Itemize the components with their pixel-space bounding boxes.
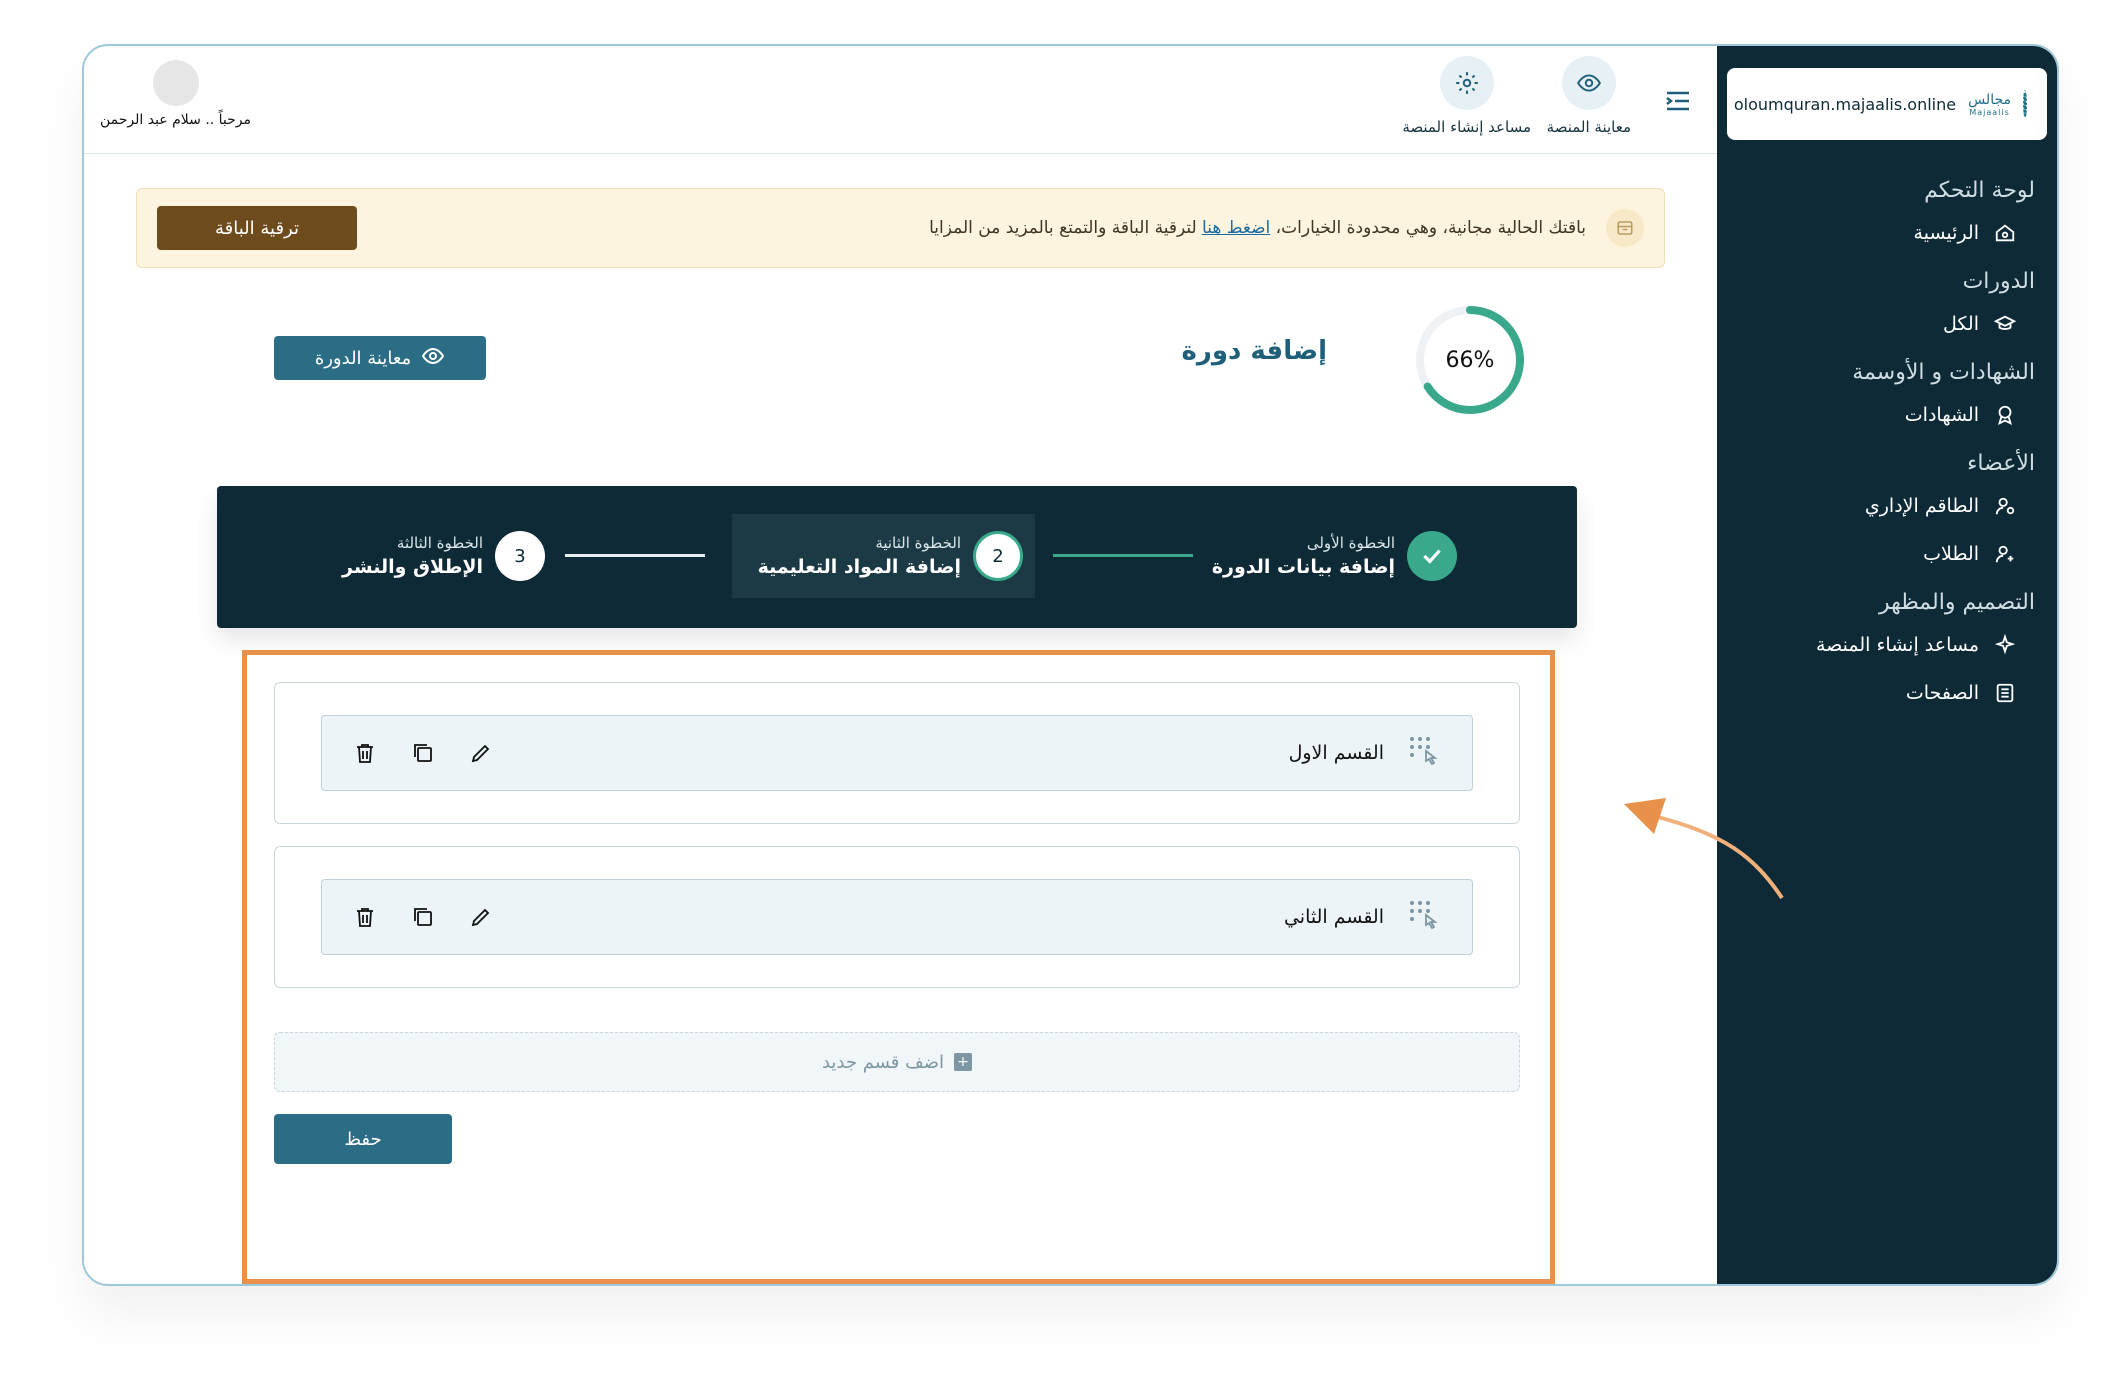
step-connector-1 xyxy=(1053,554,1193,557)
user-settings-icon xyxy=(1993,494,2017,518)
user-menu[interactable]: مرحباً .. سلام عبد الرحمن xyxy=(100,60,251,128)
upgrade-plan-button[interactable]: ترقية الباقة xyxy=(157,206,357,250)
step-1-text: الخطوة الأولى إضافة بيانات الدورة xyxy=(1212,534,1395,578)
nav-section-design: التصميم والمظهر xyxy=(1878,590,2035,615)
sparkle-icon xyxy=(1993,633,2017,657)
platform-assistant-button[interactable]: مساعد إنشاء المنصة xyxy=(1402,56,1531,136)
nav-section-members: الأعضاء xyxy=(1967,451,2035,476)
step-1-title: إضافة بيانات الدورة xyxy=(1211,556,1395,578)
drag-handle-icon[interactable] xyxy=(1406,733,1442,773)
logo-mark-icon xyxy=(2023,90,2027,118)
upgrade-link[interactable]: اضغط هنا xyxy=(1202,218,1270,238)
avatar xyxy=(152,60,199,106)
plus-icon: + xyxy=(954,1053,973,1071)
preview-platform-button[interactable]: معاينة المنصة xyxy=(1547,56,1631,136)
section-name: القسم الاول xyxy=(1288,742,1384,764)
pages-icon xyxy=(1993,681,2017,705)
section-actions xyxy=(352,904,494,930)
graduation-cap-icon xyxy=(1993,312,2017,336)
trash-icon[interactable] xyxy=(352,904,378,930)
step-3-title: الإطلاق والنشر xyxy=(342,556,483,578)
course-progress-ring: 66% xyxy=(1412,302,1528,418)
user-add-icon xyxy=(1993,542,2017,566)
brand-logo: مجالس Majaalis xyxy=(1968,92,2011,117)
progress-percent: 66% xyxy=(1445,347,1495,373)
preview-course-button[interactable]: معاينة الدورة xyxy=(274,336,486,380)
course-stepper: الخطوة الأولى إضافة بيانات الدورة 2 الخط… xyxy=(217,486,1577,628)
sidebar-item-label: الطلاب xyxy=(1923,543,1979,565)
sidebar-nav: لوحة التحكم الرئيسية الدورات الكل الشهاد… xyxy=(1737,176,2035,729)
preview-course-label: معاينة الدورة xyxy=(314,347,412,369)
step-3[interactable]: 3 الخطوة الثالثة الإطلاق والنشر xyxy=(342,514,545,598)
sidebar-item-pages[interactable]: الصفحات xyxy=(1737,681,2035,705)
step-2-title: إضافة المواد التعليمية xyxy=(757,556,961,578)
sidebar-item-all-courses[interactable]: الكل xyxy=(1737,312,2035,336)
banner-message: باقتك الحالية مجانية، وهي محدودة الخيارا… xyxy=(357,218,1586,238)
sidebar-item-label: الشهادات xyxy=(1904,404,1979,426)
home-icon xyxy=(1993,221,2017,245)
sidebar-item-label: الرئيسية xyxy=(1913,222,1979,244)
sidebar-item-platform-assistant[interactable]: مساعد إنشاء المنصة xyxy=(1737,633,2035,657)
trash-icon[interactable] xyxy=(352,740,378,766)
page-title: إضافة دورة xyxy=(1181,336,1327,366)
add-section-button[interactable]: + اضف قسم جديد xyxy=(274,1032,1520,1092)
section-name: القسم الثاني xyxy=(1283,906,1384,928)
section-card: القسم الاول xyxy=(274,682,1520,824)
callout-arrow xyxy=(1624,798,1784,900)
drag-handle-icon[interactable] xyxy=(1406,897,1442,937)
nav-section-courses: الدورات xyxy=(1962,269,2035,294)
sidebar-item-label: الطاقم الإداري xyxy=(1864,495,1979,517)
user-greeting: مرحباً .. سلام عبد الرحمن xyxy=(100,112,252,128)
logo-text-en: Majaalis xyxy=(1969,107,2010,117)
section-actions xyxy=(352,740,494,766)
sidebar-item-home[interactable]: الرئيسية xyxy=(1737,221,2035,245)
step-connector-2 xyxy=(565,554,705,557)
eye-icon xyxy=(1561,56,1616,110)
edit-icon[interactable] xyxy=(468,904,494,930)
check-icon xyxy=(1407,531,1457,581)
app-window: oloumquran.majaalis.online مجالس Majaali… xyxy=(82,44,2059,1286)
nav-section-certificates: الشهادات و الأوسمة xyxy=(1852,360,2035,385)
edit-icon[interactable] xyxy=(468,740,494,766)
sidebar-item-label: مساعد إنشاء المنصة xyxy=(1816,634,1979,656)
sidebar: oloumquran.majaalis.online مجالس Majaali… xyxy=(1717,46,2057,1284)
sidebar-item-admin-staff[interactable]: الطاقم الإداري xyxy=(1737,494,2035,518)
step-1[interactable]: الخطوة الأولى إضافة بيانات الدورة xyxy=(1212,514,1457,598)
step-3-label: الخطوة الثالثة xyxy=(396,534,483,552)
eye-icon xyxy=(421,344,445,373)
duplicate-icon[interactable] xyxy=(410,904,436,930)
gear-icon xyxy=(1439,56,1494,110)
store-icon xyxy=(1606,209,1644,247)
step-2-number: 2 xyxy=(973,531,1023,581)
section-row[interactable]: القسم الاول xyxy=(321,715,1473,791)
badge-icon xyxy=(1993,403,2017,427)
logo-text-ar: مجالس xyxy=(1968,91,2011,108)
add-section-label: اضف قسم جديد xyxy=(821,1051,945,1073)
step-2-label: الخطوة الثانية xyxy=(875,534,961,552)
nav-section-dashboard: لوحة التحكم xyxy=(1924,178,2035,203)
platform-assistant-label: مساعد إنشاء المنصة xyxy=(1402,118,1531,136)
upgrade-banner: باقتك الحالية مجانية، وهي محدودة الخيارا… xyxy=(136,188,1665,268)
banner-text-before: باقتك الحالية مجانية، وهي محدودة الخيارا… xyxy=(1275,218,1586,238)
banner-text-after: لترقية الباقة والتمتع بالمزيد من المزايا xyxy=(929,218,1197,238)
step-1-label: الخطوة الأولى xyxy=(1306,534,1395,552)
step-3-number: 3 xyxy=(495,531,545,581)
step-2-text: الخطوة الثانية إضافة المواد التعليمية xyxy=(758,534,961,578)
menu-toggle-icon[interactable] xyxy=(1665,90,1691,112)
sidebar-item-students[interactable]: الطلاب xyxy=(1737,542,2035,566)
preview-platform-label: معاينة المنصة xyxy=(1546,118,1631,136)
sidebar-item-label: الصفحات xyxy=(1905,682,1979,704)
section-row[interactable]: القسم الثاني xyxy=(321,879,1473,955)
topbar: معاينة المنصة مساعد إنشاء المنصة مرحباً … xyxy=(84,46,1717,154)
duplicate-icon[interactable] xyxy=(410,740,436,766)
sidebar-item-certificates[interactable]: الشهادات xyxy=(1737,403,2035,427)
save-button[interactable]: حفظ xyxy=(274,1114,452,1164)
brand-box[interactable]: oloumquran.majaalis.online مجالس Majaali… xyxy=(1727,68,2047,140)
section-card: القسم الثاني xyxy=(274,846,1520,988)
step-3-text: الخطوة الثالثة الإطلاق والنشر xyxy=(342,534,483,578)
sidebar-item-label: الكل xyxy=(1943,313,1979,335)
platform-url: oloumquran.majaalis.online xyxy=(1733,94,1957,114)
step-2[interactable]: 2 الخطوة الثانية إضافة المواد التعليمية xyxy=(731,514,1035,598)
